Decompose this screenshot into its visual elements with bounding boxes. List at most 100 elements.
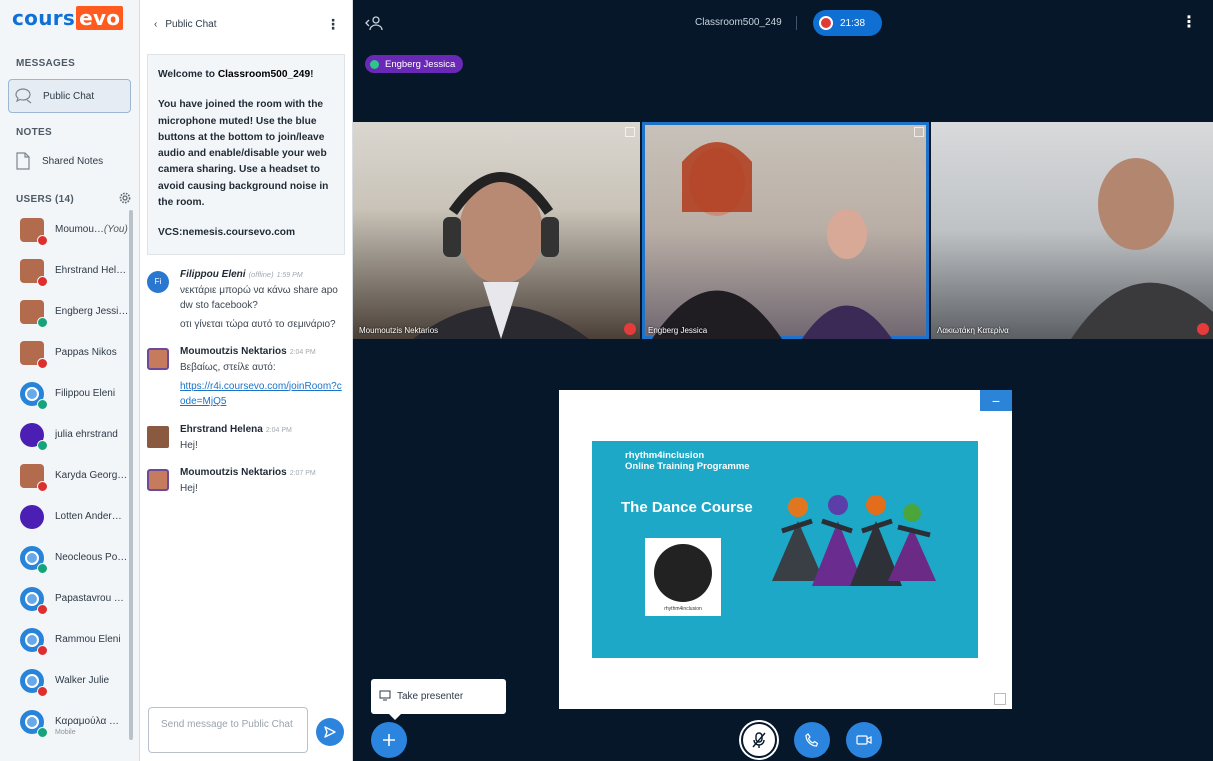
message-author: Ehrstrand Helena 2:04 PM (180, 423, 292, 435)
chat-message: Ehrstrand Helena 2:04 PM Hej! (140, 424, 346, 454)
avatar (147, 469, 169, 492)
user-list-item[interactable]: julia ehrstrand (0, 414, 139, 455)
user-list-item[interactable]: Καραμούλα … Mobile (0, 701, 139, 742)
message-time: 2:04 PM (289, 349, 316, 357)
avatar (20, 422, 48, 451)
user-list-item[interactable]: Ehrstrand Hel… (0, 250, 139, 291)
avatar (20, 586, 48, 615)
expand-icon[interactable] (914, 127, 924, 137)
listening-status-icon (37, 726, 48, 738)
video-label: Moumoutzis Nektarios (359, 326, 439, 335)
chat-message: Moumoutzis Nektarios 2:04 PM Βεβαίως, στεί… (140, 346, 346, 410)
message-time: 2:07 PM (289, 470, 316, 478)
chat-options-icon[interactable]: ⋮ (326, 16, 340, 33)
user-list-item[interactable]: Karyda Georg… (0, 455, 139, 496)
user-name: julia ehrstrand (55, 429, 118, 440)
expand-icon[interactable] (625, 127, 635, 137)
offline-tag: (offline) (248, 269, 274, 279)
microphone-icon (370, 59, 379, 69)
public-chat-nav[interactable]: Public Chat (8, 79, 131, 113)
user-list-item[interactable]: Filippou Eleni (0, 373, 139, 414)
video-tile-2[interactable]: Engberg Jessica (642, 122, 929, 339)
talking-indicator: Engberg Jessica (365, 55, 464, 73)
chat-message-input[interactable]: Send message to Public Chat (148, 707, 308, 753)
message-text: οτι γίνεται τώρα αυτό το σεμινάριο? (180, 318, 336, 330)
message-author: Moumoutzis Nektarios 2:04 PM (180, 346, 316, 358)
gear-icon[interactable] (119, 192, 131, 207)
plus-icon (383, 734, 395, 746)
message-text: Hej! (180, 439, 198, 451)
listening-status-icon (37, 316, 48, 328)
shared-notes-nav[interactable]: Shared Notes (8, 144, 131, 178)
muted-status-icon (37, 603, 48, 615)
video-label: Λακιωτάκη Κατερίνα (937, 326, 1009, 335)
avatar (20, 217, 48, 246)
camera-icon (856, 735, 872, 745)
presentation-area[interactable]: − rhythm4inclusion Online Training Progra… (559, 390, 1012, 709)
message-text: Βεβαίως, στείλε αυτό: (180, 362, 276, 374)
shared-notes-label: Shared Notes (42, 155, 104, 167)
avatar (20, 709, 48, 738)
main-area: Classroom500_249 21:38 ⋮ Engberg Jessica… (353, 0, 1213, 761)
muted-status-icon (37, 357, 48, 369)
user-list-item[interactable]: Rammou Eleni (0, 619, 139, 660)
unmute-button[interactable] (741, 722, 777, 758)
listening-status-icon (37, 398, 48, 410)
top-bar: Classroom500_249 21:38 ⋮ (353, 0, 1213, 46)
user-list-item[interactable]: Pappas Nikos (0, 332, 139, 373)
user-list-item[interactable]: Engberg Jessi… (0, 291, 139, 332)
avatar (20, 381, 48, 410)
chat-message: Fi Filippou Eleni (offline) 1:59 PM νεκτάριε… (140, 269, 346, 333)
message-text: νεκτάριε μπορώ να κάνω share apo dw sto … (180, 284, 338, 312)
rhythm4inclusion-logo: rhythm4inclusion (645, 538, 721, 616)
user-list-item[interactable]: Walker Julie (0, 660, 139, 701)
back-to-chat-list-button[interactable]: ‹ Public Chat (154, 19, 216, 30)
send-message-button[interactable] (316, 718, 344, 746)
user-list-item[interactable]: Lotten Ander… (0, 496, 139, 537)
chat-bubble-icon (15, 87, 33, 105)
user-list-scrollbar[interactable] (129, 210, 133, 740)
webcam-people (652, 142, 892, 339)
message-text: Hej! (180, 483, 198, 495)
muted-mic-icon (1197, 323, 1209, 335)
you-tag: (You) (103, 224, 128, 235)
chat-messages: Fi Filippou Eleni (offline) 1:59 PM νεκτάριε… (140, 269, 352, 497)
user-list-panel: cours evo MESSAGES Public Chat NOTES Shar… (0, 0, 140, 761)
listening-status-icon (37, 439, 48, 451)
options-menu-icon[interactable]: ⋮ (1181, 12, 1197, 32)
avatar (20, 299, 48, 328)
minimize-presentation-button[interactable]: − (980, 390, 1012, 411)
message-time: 2:04 PM (265, 426, 292, 434)
muted-status-icon (37, 685, 48, 697)
muted-microphone-icon (752, 732, 766, 748)
fullscreen-icon[interactable] (994, 693, 1006, 705)
user-list-item[interactable]: Moumou… (You) (0, 209, 139, 250)
user-name: Engberg Jessi… (55, 306, 129, 317)
user-list-item[interactable]: Neocleous Po… (0, 537, 139, 578)
separator (796, 16, 797, 30)
slide-title: The Dance Course (621, 499, 753, 516)
monitor-icon (379, 690, 391, 704)
avatar (20, 340, 48, 369)
leave-audio-button[interactable] (794, 722, 830, 758)
video-tile-3[interactable]: Λακιωτάκη Κατερίνα (931, 122, 1213, 339)
share-webcam-button[interactable] (846, 722, 882, 758)
chevron-left-icon: ‹ (154, 18, 158, 30)
avatar: Fi (147, 270, 169, 293)
video-tile-1[interactable]: Moumoutzis Nektarios (353, 122, 640, 339)
toggle-userlist-icon[interactable] (365, 14, 383, 37)
listening-status-icon (37, 562, 48, 574)
recording-indicator[interactable]: 21:38 (813, 10, 882, 36)
actions-plus-button[interactable] (371, 722, 407, 758)
coursevo-logo: cours evo (0, 0, 139, 44)
users-section-title: USERS (14) (0, 192, 139, 207)
user-list-item[interactable]: Papastavrou … (0, 578, 139, 619)
welcome-message: Welcome to Classroom500_249! You have jo… (147, 54, 345, 255)
welcome-body: You have joined the room with the microp… (158, 99, 329, 209)
take-presenter-tooltip[interactable]: Take presenter (371, 679, 506, 720)
join-room-link[interactable]: https://r4i.coursevo.com/joinRoom?code=M… (180, 381, 342, 408)
phone-icon (805, 733, 819, 747)
public-chat-label: Public Chat (43, 90, 95, 102)
user-name: Filippou Eleni (55, 388, 116, 399)
chat-panel: ‹ Public Chat ⋮ Welcome to Classroom500_2… (140, 0, 353, 761)
